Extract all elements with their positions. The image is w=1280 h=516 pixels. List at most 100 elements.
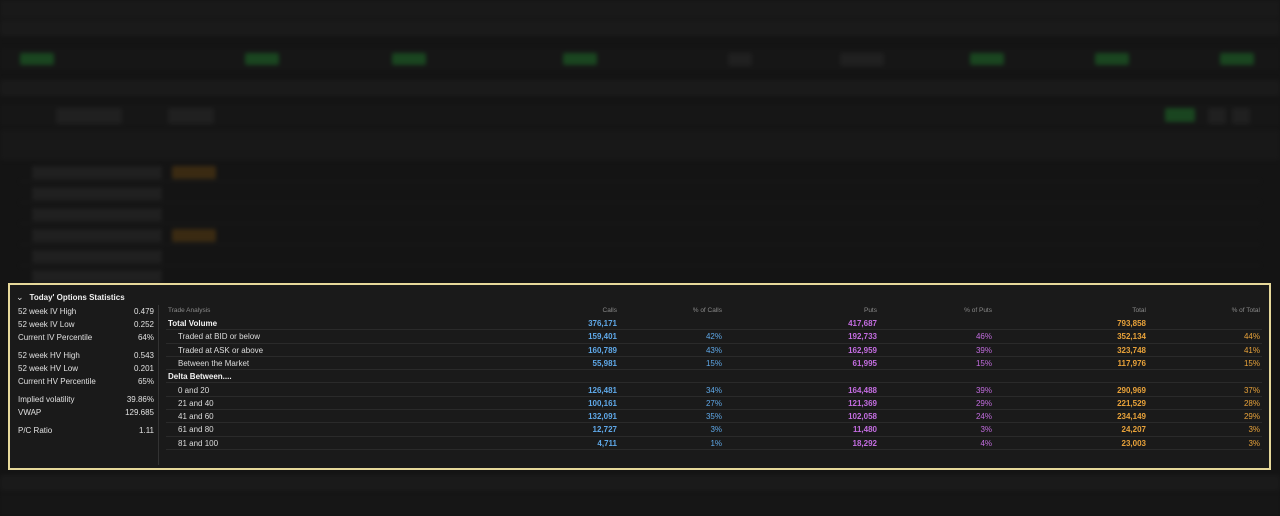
pct-calls-value: 42%	[705, 332, 722, 342]
stat-hv-percentile: Current HV Percentile 65%	[18, 377, 154, 389]
stat-implied-volatility: Implied volatility 39.86%	[18, 395, 154, 407]
stat-label: 52 week IV High	[18, 307, 77, 316]
stat-hv-low: 52 week HV Low 0.201	[18, 364, 154, 376]
bg-quote-cell	[1220, 53, 1254, 65]
table-row: 0 and 20 126,481 34% 164,488 39% 290,969 37%	[166, 384, 1262, 397]
panel-divider	[158, 305, 159, 465]
total-value: 23,003	[1121, 438, 1146, 448]
bg-quote-cell	[840, 53, 884, 66]
row-label: Between the Market	[178, 358, 250, 368]
pct-total-value: 44%	[1243, 332, 1260, 342]
stat-value: 0.201	[133, 364, 154, 373]
pct-puts-value: 39%	[975, 385, 992, 395]
stat-value: 0.543	[133, 351, 154, 360]
table-row: 21 and 40 100,161 27% 121,369 29% 221,529 28%	[166, 397, 1262, 411]
table-row: Total Volume 376,171 417,687 793,858	[166, 317, 1262, 331]
pct-puts-value: 29%	[975, 398, 992, 408]
stat-iv-percentile: Current IV Percentile 64%	[18, 333, 154, 345]
header-pct-calls: % of Calls	[692, 307, 722, 314]
row-label: 61 and 80	[178, 425, 214, 435]
bg-dropdown	[56, 108, 122, 124]
panel-header[interactable]: ⌄ Today' Options Statistics	[16, 290, 125, 304]
total-value: 221,529	[1117, 398, 1146, 408]
pct-calls-value: 43%	[705, 345, 722, 355]
pct-total-value: 3%	[1248, 425, 1260, 435]
row-label: 81 and 100	[178, 438, 219, 448]
total-value: 323,748	[1117, 345, 1146, 355]
total-value: 234,149	[1117, 412, 1146, 422]
stat-hv-high: 52 week HV High 0.543	[18, 351, 154, 363]
puts-value: 164,488	[848, 385, 877, 395]
bg-icon-button	[1208, 108, 1226, 124]
bg-expiry-tag	[172, 229, 216, 242]
table-row: Traded at ASK or above 160,789 43% 162,959 3…	[166, 344, 1262, 357]
table-row: Traded at BID or below 159,401 42% 192,733 4…	[166, 330, 1262, 344]
puts-value: 11,480	[852, 425, 877, 435]
total-value: 290,969	[1117, 385, 1146, 395]
chevron-down-icon[interactable]: ⌄	[16, 292, 24, 303]
row-label: Traded at BID or below	[178, 332, 260, 342]
stat-label: 52 week HV High	[18, 351, 80, 360]
pct-total-value: 28%	[1243, 398, 1260, 408]
underlying-section-header	[0, 20, 1280, 36]
pct-puts-value: 15%	[975, 358, 992, 368]
calls-value: 126,481	[588, 385, 617, 395]
row-label: Total Volume	[168, 319, 218, 328]
stat-label: 52 week IV Low	[18, 320, 75, 329]
stat-label: Current HV Percentile	[18, 377, 96, 386]
bg-expiry-tag	[172, 166, 216, 179]
bg-expiry-row	[20, 183, 1260, 203]
bg-expiry-row	[20, 246, 1260, 266]
bg-expiry-row	[20, 225, 1260, 245]
pct-calls-value: 1%	[710, 438, 722, 448]
pct-calls-value: 3%	[710, 425, 722, 435]
bg-dropdown	[168, 108, 214, 124]
row-label: 0 and 20	[178, 385, 210, 395]
bg-quote-cell	[1095, 53, 1129, 65]
bg-expiry-cell	[32, 270, 162, 283]
pct-total-value: 15%	[1243, 358, 1260, 368]
header-total: Total	[1132, 307, 1146, 314]
total-value: 352,134	[1117, 332, 1146, 342]
bg-expiry-cell	[32, 166, 162, 179]
calls-value: 159,401	[588, 332, 617, 342]
calls-value: 12,727	[592, 425, 617, 435]
row-label: 21 and 40	[178, 398, 214, 408]
stat-value: 64%	[137, 333, 154, 342]
puts-value: 121,369	[848, 398, 877, 408]
bg-expiry-cell	[32, 187, 162, 200]
header-pct-puts: % of Puts	[964, 307, 992, 314]
row-label: Traded at ASK or above	[178, 345, 264, 355]
pct-calls-value: 35%	[705, 412, 722, 422]
calls-value: 160,789	[588, 345, 617, 355]
option-chain-toolbar	[0, 104, 1280, 126]
bg-quote-cell	[970, 53, 1004, 65]
header-trade-analysis: Trade Analysis	[168, 307, 211, 314]
stat-iv-low: 52 week IV Low 0.252	[18, 320, 154, 332]
row-label: 41 and 60	[178, 412, 214, 422]
bg-quote-cell	[563, 53, 597, 65]
panel-title: Today' Options Statistics	[29, 292, 125, 302]
pct-calls-value: 27%	[705, 398, 722, 408]
total-value: 24,207	[1121, 425, 1146, 435]
stat-label: VWAP	[18, 408, 42, 417]
stat-value: 129.685	[125, 408, 154, 417]
pct-puts-value: 4%	[980, 438, 992, 448]
underlying-quote-row	[0, 48, 1280, 70]
bg-expiry-cell	[32, 208, 162, 221]
bg-toggle	[1165, 108, 1195, 122]
pct-total-value: 41%	[1243, 345, 1260, 355]
stat-pc-ratio: P/C Ratio 1.11	[18, 426, 154, 438]
window-title-bar	[0, 0, 1280, 18]
stat-value: 0.479	[133, 307, 154, 316]
pct-puts-value: 3%	[980, 425, 992, 435]
calls-value: 55,981	[592, 358, 617, 368]
bg-quote-cell	[392, 53, 426, 65]
stat-value: 39.86%	[126, 395, 154, 404]
stat-label: Current IV Percentile	[18, 333, 93, 342]
puts-value: 102,058	[848, 412, 877, 422]
bg-expiry-row	[20, 204, 1260, 224]
stat-iv-high: 52 week IV High 0.479	[18, 307, 154, 319]
table-row: 41 and 60 132,091 35% 102,058 24% 234,149 29%	[166, 410, 1262, 424]
pct-total-value: 3%	[1248, 438, 1260, 448]
